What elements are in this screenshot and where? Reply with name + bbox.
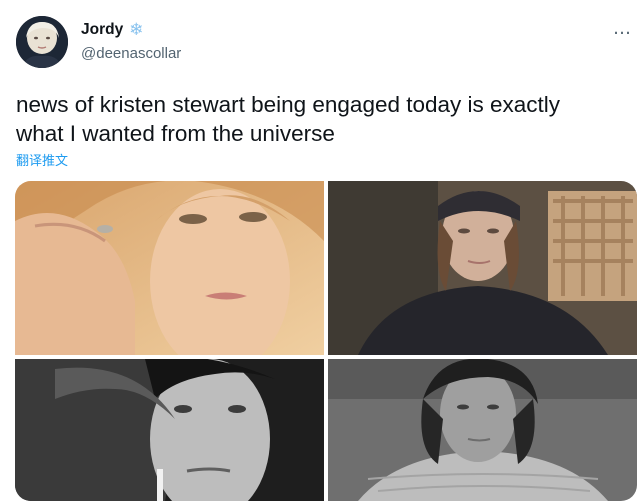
name-row: Jordy ❄ [81,21,143,39]
media-grid [15,181,637,501]
portrait-image-icon [328,359,637,501]
display-name[interactable]: Jordy [81,21,123,39]
user-handle[interactable]: @deenascollar [81,45,181,62]
more-options-icon[interactable]: … [613,18,632,39]
portrait-image-icon [15,181,324,355]
profile-photo-icon [16,16,68,68]
portrait-image-icon [15,359,324,501]
snowflake-icon: ❄ [129,19,144,40]
portrait-image-icon [328,181,637,355]
photo-4[interactable] [328,359,637,501]
translate-tweet-link[interactable]: 翻译推文 [16,150,68,169]
avatar[interactable] [16,16,68,68]
photo-3[interactable] [15,359,324,501]
tweet-text: news of kristen stewart being engaged to… [16,92,561,146]
photo-1[interactable] [15,181,324,355]
photo-2[interactable] [328,181,637,355]
